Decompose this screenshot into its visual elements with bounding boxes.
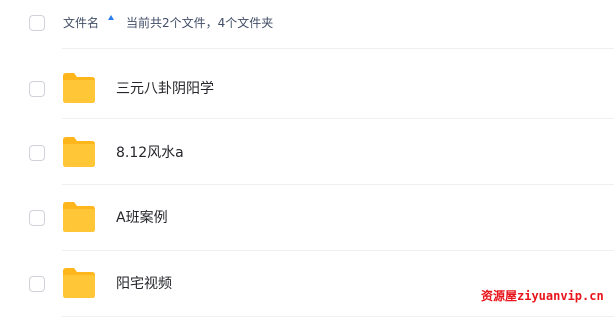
sort-ascending-arrow-icon[interactable] [107,14,115,22]
row-checkbox[interactable] [29,276,45,292]
file-list-header: 文件名 当前共2个文件，4个文件夹 [0,0,614,48]
folder-icon [63,268,95,298]
divider [62,118,614,119]
list-item[interactable]: 三元八卦阴阳学 [0,56,614,122]
folder-icon [63,137,95,167]
file-list-page: 文件名 当前共2个文件，4个文件夹 三元八卦阴阳学 8.12风水a A班案例 阳… [0,0,614,320]
file-count-summary: 当前共2个文件，4个文件夹 [126,16,274,30]
watermark-text: 资源屋ziyuanvip.cn [481,289,604,303]
list-item[interactable]: 8.12风水a [0,120,614,186]
file-name[interactable]: 8.12风水a [116,143,184,163]
select-all-checkbox[interactable] [29,15,45,31]
list-item[interactable]: A班案例 [0,185,614,251]
file-name[interactable]: 阳宅视频 [116,274,172,294]
divider [62,48,614,49]
list-item[interactable]: 阳宅视频 [0,251,614,317]
sort-by-name-label[interactable]: 文件名 [63,15,99,31]
row-checkbox[interactable] [29,210,45,226]
file-name[interactable]: 三元八卦阴阳学 [116,79,214,99]
row-checkbox[interactable] [29,81,45,97]
row-checkbox[interactable] [29,145,45,161]
file-name[interactable]: A班案例 [116,208,168,228]
folder-icon [63,202,95,232]
divider [62,316,614,317]
folder-icon [63,73,95,103]
